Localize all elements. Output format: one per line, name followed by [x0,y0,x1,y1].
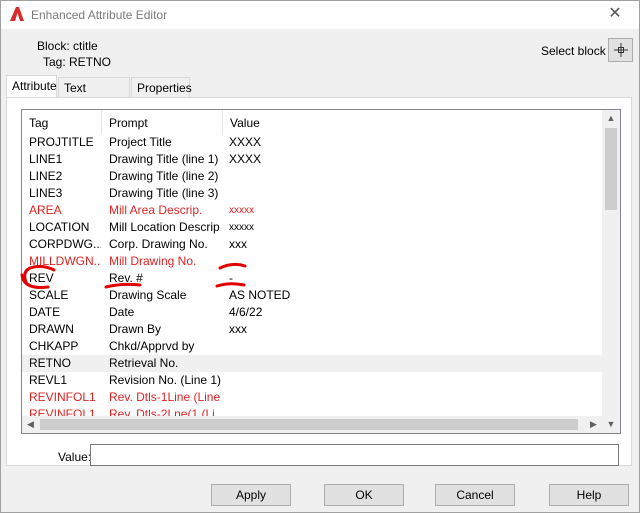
attribute-row[interactable]: CHKAPP Chkd/Apprvd by [22,338,602,355]
autocad-logo-icon [9,6,25,22]
attribute-value-cell: xxx [229,322,247,336]
horizontal-scroll-thumb[interactable] [40,419,578,430]
tab-properties[interactable]: Properties [131,77,192,97]
attribute-row[interactable]: MILLDWGN... Mill Drawing No. [22,253,602,270]
vertical-scrollbar[interactable]: ▲ ▼ [602,110,620,433]
attribute-prompt-cell: Revision No. (Line 1) [109,373,221,387]
apply-button[interactable]: Apply [211,484,291,506]
attribute-tag-cell: LINE1 [29,152,63,166]
attribute-prompt-cell: Drawn By [109,322,162,336]
select-block-label: Select block [541,44,606,58]
attribute-prompt-cell: Mill Area Descrip. [109,203,203,217]
title-bar: Enhanced Attribute Editor ✕ [1,1,639,29]
attribute-prompt-cell: Rev. Dtls-1Line (Line... [109,390,221,404]
attribute-prompt-cell: Mill Drawing No. [109,254,197,268]
attribute-list[interactable]: Tag Prompt Value PROJTITLE Project Title X… [21,109,621,434]
attribute-panel: Tag Prompt Value PROJTITLE Project Title X… [6,97,632,466]
attribute-row[interactable]: PROJTITLE Project Title XXXX [22,134,602,151]
cancel-button[interactable]: Cancel [435,484,515,506]
attribute-value-cell: xxxxx [229,205,254,216]
column-header-prompt[interactable]: Prompt [102,110,223,134]
tag-name-label: Tag: RETNO [43,55,112,69]
attribute-prompt-cell: Project Title [109,135,172,149]
attribute-tag-cell: REVINFOL1 [29,390,96,404]
attribute-row[interactable]: LINE3 Drawing Title (line 3) [22,185,602,202]
column-header-tag[interactable]: Tag [22,110,102,134]
attribute-row[interactable]: REVL1 Revision No. (Line 1) [22,372,602,389]
attribute-prompt-cell: Corp. Drawing No. [109,237,208,251]
column-header-value[interactable]: Value [223,110,602,134]
scroll-up-icon[interactable]: ▲ [602,110,620,127]
attribute-tag-cell: PROJTITLE [29,135,94,149]
attribute-tag-cell: LOCATION [29,220,90,234]
attribute-tag-cell: DRAWN [29,322,74,336]
attribute-row[interactable]: LINE2 Drawing Title (line 2) [22,168,602,185]
attribute-prompt-cell: Drawing Title (line 3) [109,186,219,200]
attribute-tag-cell: RETNO [29,356,71,370]
attribute-row[interactable]: REVINFOL1 Rev. Dtls-1Line (Line... [22,389,602,406]
block-name-label: Block: ctitle [37,39,98,53]
attribute-tag-cell: DATE [29,305,61,319]
window-title: Enhanced Attribute Editor [31,8,168,22]
attribute-tag-cell: SCALE [29,288,69,302]
attribute-value-cell: XXXX [229,152,262,166]
attribute-tag-cell: REVL1 [29,373,68,387]
attribute-prompt-cell: Chkd/Apprvd by [109,339,195,353]
help-button[interactable]: Help [549,484,629,506]
attribute-tag-cell: CHKAPP [29,339,79,353]
attribute-tag-cell: AREA [29,203,62,217]
attribute-value-cell: xxxxx [229,222,254,233]
enhanced-attribute-editor-dialog: Enhanced Attribute Editor ✕ Block: ctitl… [0,0,640,513]
attribute-row[interactable]: RETNO Retrieval No. [22,355,602,372]
value-input[interactable] [90,444,619,466]
attribute-row[interactable]: LINE1 Drawing Title (line 1) XXXX [22,151,602,168]
attribute-value-cell: AS NOTED [229,288,291,302]
scroll-left-icon[interactable]: ◀ [22,416,39,433]
attribute-prompt-cell: Retrieval No. [109,356,179,370]
attribute-tag-cell: CORPDWG... [29,237,101,251]
attribute-tag-cell: MILLDWGN... [29,254,101,268]
attribute-tag-cell: REV [29,271,54,285]
attribute-prompt-cell: Date [109,305,135,319]
attribute-row[interactable]: DRAWN Drawn By xxx [22,321,602,338]
attribute-row[interactable]: REV Rev. # - [22,270,602,287]
attribute-value-cell: - [229,271,233,285]
attribute-row[interactable]: SCALE Drawing Scale AS NOTED [22,287,602,304]
tab-attribute[interactable]: Attribute [6,75,57,97]
attribute-list-header: Tag Prompt Value [22,110,602,134]
attribute-prompt-cell: Rev. # [109,271,143,285]
attribute-value-cell: 4/6/22 [229,305,263,319]
attribute-row[interactable]: LOCATION Mill Location Descrip. xxxxx [22,219,602,236]
select-block-button[interactable] [608,38,633,62]
scroll-down-icon[interactable]: ▼ [602,416,620,433]
tab-text-options[interactable]: Text Options [58,77,130,109]
attribute-prompt-cell: Drawing Scale [109,288,187,302]
attribute-prompt-cell: Mill Location Descrip. [109,220,221,234]
value-label: Value: [58,450,92,464]
attribute-value-cell: XXXX [229,135,262,149]
vertical-scroll-thumb[interactable] [605,128,617,210]
attribute-value-cell: xxx [229,237,247,251]
horizontal-scrollbar[interactable]: ◀ ▶ [22,416,602,433]
attribute-row[interactable]: DATE Date 4/6/22 [22,304,602,321]
attribute-tag-cell: LINE2 [29,169,63,183]
attribute-prompt-cell: Drawing Title (line 1) [109,152,219,166]
attribute-row[interactable]: AREA Mill Area Descrip. xxxxx [22,202,602,219]
attribute-prompt-cell: Drawing Title (line 2) [109,169,219,183]
scroll-right-icon[interactable]: ▶ [585,416,602,433]
ok-button[interactable]: OK [324,484,404,506]
close-icon[interactable]: ✕ [605,5,625,23]
attribute-tag-cell: LINE3 [29,186,63,200]
attribute-row[interactable]: CORPDWG... Corp. Drawing No. xxx [22,236,602,253]
pick-crosshair-icon [614,43,628,57]
